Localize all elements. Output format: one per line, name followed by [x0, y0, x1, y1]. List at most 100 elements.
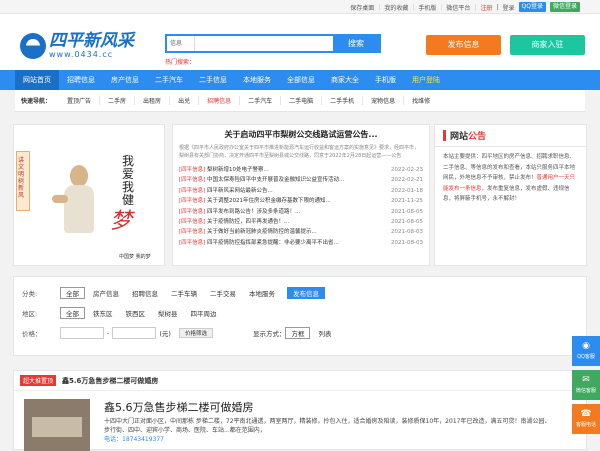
merchant-join-button[interactable]: 商家入驻: [510, 35, 585, 55]
search-bar: 信息 搜索: [165, 34, 381, 53]
main-content: 讲文明树新风 我爱我健 梦 中国梦 我的梦 关于启动四平市梨树公交线路试运营公告…: [13, 124, 587, 268]
quick-nav: 快速导航： 置顶广告 二手房 出租房 出兑 招聘信息 二手汽车 二手电脑 二手手…: [15, 90, 585, 112]
banner-footer: 中国梦 我的梦: [119, 254, 151, 260]
promo-banner[interactable]: 讲文明树新风 我爱我健 梦 中国梦 我的梦: [13, 124, 165, 266]
notice-title-b: 公告: [468, 132, 487, 142]
nav-local-services[interactable]: 本地服务: [235, 70, 279, 90]
logo-mark-icon: [20, 32, 46, 59]
region-option[interactable]: 全部: [60, 307, 85, 319]
nav-used-cars[interactable]: 二手汽车: [147, 70, 191, 90]
wechat-icon: ✉: [582, 375, 590, 385]
news-row[interactable]: [四平信息] 梨树新增10处电子警察... 2022-02-23: [179, 165, 423, 175]
login-link[interactable]: 登录: [503, 3, 515, 12]
top-links: 保存桌面 | 我的收藏 | 手机版 | 微信平台 | 注册 | 登录 QQ登录 微信登录: [350, 2, 580, 12]
region-filter-row: 地区: 全部 铁东区 铁西区 梨树县 四平周边: [22, 303, 578, 323]
quick-nav-title: 快速导航：: [21, 98, 52, 105]
qq-service-button[interactable]: ◉ QQ客服: [572, 336, 600, 366]
region-option[interactable]: 梨树县: [153, 308, 183, 318]
register-link[interactable]: 注册: [480, 3, 492, 12]
listing-title[interactable]: 鑫5.6万急售步梯二楼可做婚房: [104, 399, 254, 415]
nav-home[interactable]: 网站首页: [15, 70, 59, 90]
filter-post-button[interactable]: 发布信息: [287, 287, 325, 299]
news-panel: 关于启动四平市梨树公交线路试运营公告... 根据《四平市人民政府办公室关于四平市…: [172, 124, 430, 266]
notice-title-a: 网站: [450, 132, 469, 142]
quick-nav-item[interactable]: 置顶广告: [59, 96, 101, 105]
notice-body: 本站主要提供：四平地区的房产信息、招聘求职信息、二手信息、等信息的发布和查看，本…: [443, 154, 576, 202]
quick-nav-item[interactable]: 找维修: [404, 96, 438, 105]
region-option[interactable]: 四平周边: [186, 308, 222, 318]
wechat-platform-link[interactable]: 微信平台: [446, 3, 470, 12]
quick-nav-item[interactable]: 招聘信息: [199, 96, 241, 105]
nav-second-hand[interactable]: 二手信息: [191, 70, 235, 90]
news-row[interactable]: [四平信息] 中国太保寿险四平中支开展普及金融知识公益宣传活动... 2022-02…: [179, 175, 423, 185]
calligraphy-red: 梦: [110, 209, 133, 234]
post-info-button[interactable]: 发布信息: [426, 35, 501, 55]
listing-card[interactable]: 超大推置顶 鑫5.6万急售步梯二楼可做婚房 鑫5.6万急售步梯二楼可做婚房 十四…: [13, 370, 587, 451]
search-type-select[interactable]: 信息: [167, 36, 195, 51]
phone-icon: ☎: [580, 409, 592, 419]
region-option[interactable]: 铁西区: [121, 308, 151, 318]
category-option[interactable]: 本地服务: [244, 288, 280, 298]
listing-head-title[interactable]: 鑫5.6万急售步梯二楼可做婚房: [62, 376, 158, 386]
nav-all-info[interactable]: 全部信息: [279, 70, 323, 90]
nav-user-login[interactable]: 用户登陆: [404, 70, 448, 90]
logo-url: www.0434.cc: [49, 50, 114, 59]
search-input[interactable]: [195, 36, 333, 51]
price-min-input[interactable]: [60, 327, 104, 339]
headline-summary: 根据《四平市人民政府办公室关于四平市推进新能源汽车运行收益和客运方案的实施意见》…: [179, 145, 420, 159]
quick-nav-item[interactable]: 二手电脑: [281, 96, 323, 105]
region-option[interactable]: 铁东区: [88, 308, 118, 318]
price-filter-row: 价格： - (元) 价格筛选 显示方式： 方框 列表: [22, 323, 578, 343]
phone-service-button[interactable]: ☎ 客服电话: [572, 404, 600, 434]
display-label: 显示方式：: [252, 330, 286, 338]
qq-login-button[interactable]: QQ登录: [518, 2, 546, 12]
notice-header: 网站 公告: [435, 125, 586, 147]
hot-search-label: 热门搜索：: [165, 59, 196, 66]
news-row[interactable]: [四平信息] 四平疫情防控指挥部紧急提醒：非必要少离平不出省... 2021-08-…: [179, 238, 423, 248]
news-row[interactable]: [四平信息] 关于疫情防控，四平再发通告！... 2021-08-05: [179, 217, 423, 227]
category-option[interactable]: 房产信息: [88, 288, 124, 298]
news-list: [四平信息] 梨树新增10处电子警察... 2022-02-23 [四平信息] 中国太…: [179, 165, 423, 248]
nav-mobile[interactable]: 手机版: [367, 70, 404, 90]
category-option[interactable]: 全部: [60, 287, 85, 299]
qq-icon: ◉: [582, 341, 590, 351]
category-label: 分类:: [22, 290, 38, 298]
top-bar: 保存桌面 | 我的收藏 | 手机版 | 微信平台 | 注册 | 登录 QQ登录 微信登录: [0, 0, 600, 14]
listing-photo[interactable]: [24, 399, 90, 451]
news-row[interactable]: [四平信息] 关于调整2021年住房公积金缴存基数下限的通知... 2021-11-…: [179, 196, 423, 206]
notice-bar-icon: [443, 130, 446, 141]
category-option[interactable]: 二手车辆: [166, 288, 202, 298]
wechat-service-button[interactable]: ✉ 微信客服: [572, 370, 600, 400]
price-filter-button[interactable]: 价格筛选: [178, 328, 213, 338]
price-unit: (元): [159, 330, 171, 338]
nav-property[interactable]: 房产信息: [103, 70, 147, 90]
quick-nav-item[interactable]: 二手房: [100, 96, 136, 105]
news-row[interactable]: [四平信息] 四平发布到路公告！涉及多条道路！... 2021-08-05: [179, 207, 423, 217]
news-row[interactable]: [四平信息] 四平新风采网站最新公告... 2022-01-18: [179, 186, 423, 196]
scroll-text: 讲文明树新风: [18, 157, 25, 199]
top-badge: 超大推置顶: [20, 375, 57, 386]
wechat-login-button[interactable]: 微信登录: [549, 2, 580, 12]
nav-jobs[interactable]: 招聘信息: [59, 70, 103, 90]
price-max-input[interactable]: [112, 327, 157, 339]
site-logo[interactable]: 四平新风采 www.0434.cc: [20, 32, 134, 59]
favorites-link[interactable]: 我的收藏: [384, 3, 408, 12]
listing-phone[interactable]: 电话：18743419377: [104, 436, 164, 443]
category-option[interactable]: 招聘信息: [127, 288, 163, 298]
nav-merchants[interactable]: 商家大全: [323, 70, 367, 90]
display-grid-option[interactable]: 方框: [285, 327, 311, 339]
region-label: 地区:: [22, 310, 38, 318]
quick-nav-item[interactable]: 宠物信息: [363, 96, 405, 105]
mobile-link[interactable]: 手机版: [418, 3, 436, 12]
listing-header: 超大推置顶 鑫5.6万急售步梯二楼可做婚房: [14, 371, 586, 391]
quick-nav-item[interactable]: 出租房: [135, 96, 171, 105]
save-desktop-link[interactable]: 保存桌面: [350, 3, 374, 12]
quick-nav-item[interactable]: 二手汽车: [240, 96, 282, 105]
headline-title[interactable]: 关于启动四平市梨树公交线路试运营公告...: [179, 129, 423, 140]
display-list-option[interactable]: 列表: [313, 328, 336, 338]
category-option[interactable]: 二手交易: [205, 288, 241, 298]
quick-nav-item[interactable]: 二手手机: [322, 96, 364, 105]
news-row[interactable]: [四平信息] 关于做好当前新冠肺炎疫情防控的温馨提示... 2021-08-03: [179, 227, 423, 237]
search-button[interactable]: 搜索: [333, 36, 379, 51]
quick-nav-item[interactable]: 出兑: [170, 96, 200, 105]
